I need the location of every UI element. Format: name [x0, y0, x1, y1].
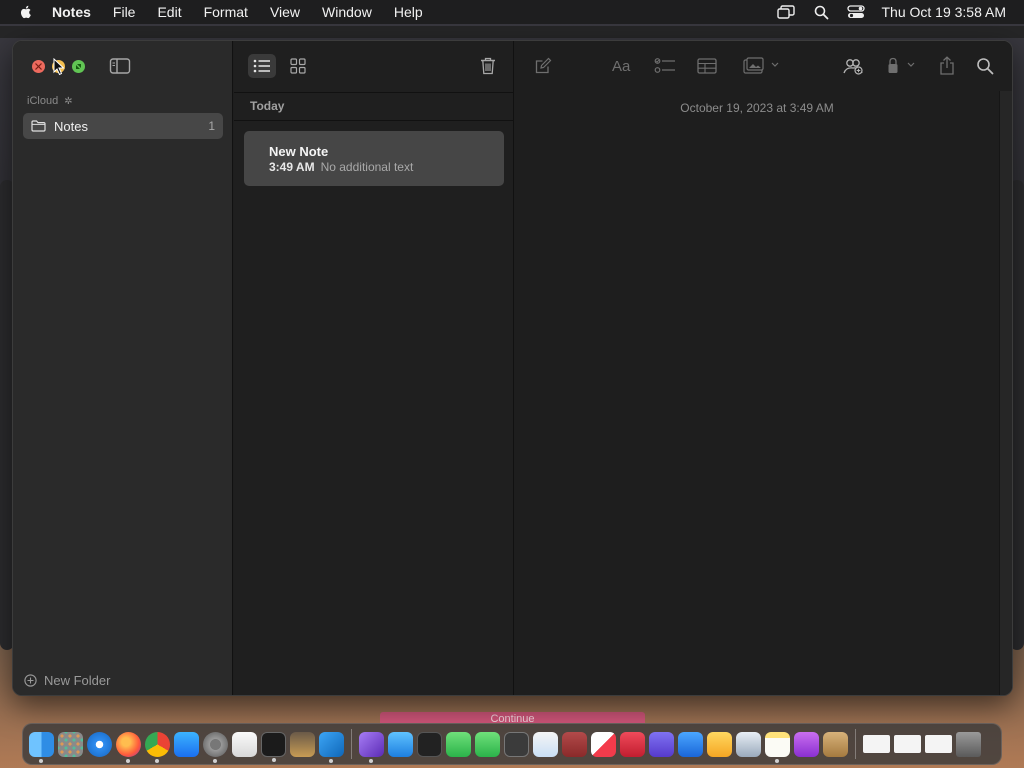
menu-view[interactable]: View: [270, 4, 300, 20]
menu-format[interactable]: Format: [204, 4, 248, 20]
list-view-icon[interactable]: [248, 54, 276, 78]
close-window-button[interactable]: [32, 60, 45, 73]
new-folder-button[interactable]: New Folder: [24, 673, 110, 688]
dock-news-icon[interactable]: [591, 731, 616, 757]
menu-edit[interactable]: Edit: [157, 4, 181, 20]
sidebar-toggle-icon[interactable]: [109, 57, 131, 75]
sync-spinner-icon: ✲: [64, 95, 73, 107]
note-time: 3:49 AM: [269, 160, 315, 174]
editor-scrollbar[interactable]: [999, 91, 1012, 695]
dock-facetime-icon[interactable]: [475, 731, 500, 757]
media-menu-icon[interactable]: [741, 55, 785, 77]
dock-system-settings-icon[interactable]: [203, 731, 228, 763]
dock-trash-icon[interactable]: [956, 731, 981, 757]
editor-toolbar: Aa: [515, 41, 1012, 93]
dock-window-thumbnail[interactable]: [894, 735, 921, 753]
dock-freeform-icon[interactable]: [533, 731, 558, 757]
compose-icon[interactable]: [531, 55, 555, 77]
svg-text:Aa: Aa: [612, 58, 631, 74]
dock-dictionary-icon[interactable]: [562, 731, 587, 757]
dock-podcasts-icon[interactable]: [794, 731, 819, 757]
dock-activity-monitor-icon[interactable]: [417, 731, 442, 757]
notes-window: iCloud ✲ Notes 1 New Folder Today New No…: [12, 40, 1013, 696]
dock-news-badge-icon[interactable]: [620, 731, 645, 757]
dock-home-icon[interactable]: [707, 731, 732, 757]
dock-chrome-icon[interactable]: [145, 731, 170, 763]
trash-icon[interactable]: [476, 54, 500, 78]
dock-mastodon-icon[interactable]: [649, 731, 674, 757]
mouse-pointer-icon: [53, 57, 65, 81]
control-center-icon[interactable]: [847, 4, 866, 20]
note-title: New Note: [269, 144, 329, 159]
dock-photo-preview-icon[interactable]: [736, 731, 761, 757]
dock-visual-studio-icon[interactable]: [359, 731, 384, 763]
dock-separator: [855, 729, 856, 759]
icloud-label-text: iCloud: [27, 95, 59, 107]
dock: [22, 723, 1002, 765]
continue-banner: Continue: [380, 712, 645, 723]
spotlight-search-icon[interactable]: [812, 4, 830, 20]
table-icon[interactable]: [695, 55, 719, 77]
gallery-view-icon[interactable]: [284, 54, 312, 78]
dock-window-thumbnail[interactable]: [925, 735, 952, 753]
folder-icon: [31, 120, 46, 132]
folder-sidebar: iCloud ✲ Notes 1 New Folder: [13, 41, 233, 695]
note-preview: No additional text: [320, 160, 414, 174]
menu-app-notes[interactable]: Notes: [52, 4, 91, 20]
icloud-section-label: iCloud ✲: [27, 95, 73, 107]
note-meta: 3:49 AM No additional text: [269, 160, 413, 174]
dock-separator: [351, 729, 352, 759]
dock-instruments-icon[interactable]: [290, 731, 315, 757]
share-icon[interactable]: [935, 55, 959, 77]
dock-terminal-icon[interactable]: [261, 731, 286, 762]
zoom-window-button[interactable]: [72, 60, 85, 73]
note-list-item[interactable]: New Note 3:49 AM No additional text: [244, 131, 504, 186]
note-editor[interactable]: Aa October 19, 2023 at 3:49 AM: [515, 41, 1012, 695]
checklist-icon[interactable]: [653, 55, 677, 77]
screen-mirroring-icon[interactable]: [777, 4, 796, 20]
dock-app-store-icon[interactable]: [174, 731, 199, 757]
dock-messages-icon[interactable]: [446, 731, 471, 757]
dock-onedrive-icon[interactable]: [388, 731, 413, 757]
note-date: October 19, 2023 at 3:49 AM: [680, 101, 834, 115]
dock-keynote-icon[interactable]: [678, 731, 703, 757]
background-window: [0, 26, 1024, 38]
note-list-pane: Today New Note 3:49 AM No additional text: [234, 41, 514, 695]
folder-item-notes[interactable]: Notes 1: [23, 113, 223, 139]
dock-window-thumbnail[interactable]: [863, 735, 890, 753]
new-folder-label: New Folder: [44, 673, 111, 688]
menu-clock[interactable]: Thu Oct 19 3:58 AM: [881, 4, 1006, 20]
search-icon[interactable]: [973, 55, 997, 77]
list-toolbar: [234, 41, 514, 93]
dock-firefox-icon[interactable]: [116, 731, 141, 763]
menu-help[interactable]: Help: [394, 4, 423, 20]
dock-calculator-icon[interactable]: [504, 731, 529, 757]
status-area: Thu Oct 19 3:58 AM: [760, 0, 1006, 24]
dock-notes-icon[interactable]: [765, 731, 790, 763]
dock-safari-icon[interactable]: [87, 731, 112, 757]
dock-finder-icon[interactable]: [29, 731, 54, 763]
menu-file[interactable]: File: [113, 4, 136, 20]
dock-textedit-icon[interactable]: [232, 731, 257, 757]
folder-label: Notes: [54, 118, 88, 134]
apple-logo-icon[interactable]: [18, 4, 34, 20]
section-divider: [234, 120, 514, 121]
dock-launchpad-icon[interactable]: [58, 731, 83, 757]
section-header-today: Today: [250, 99, 285, 113]
plus-circle-icon: [24, 674, 37, 687]
dock-archive-utility-icon[interactable]: [823, 731, 848, 757]
menu-bar: Notes File Edit Format View Window Help …: [0, 0, 1024, 24]
lock-menu-icon[interactable]: [885, 55, 921, 77]
dock-vscode-icon[interactable]: [319, 731, 344, 763]
collaborate-icon[interactable]: [841, 55, 865, 77]
folder-note-count: 1: [208, 119, 215, 133]
text-format-icon[interactable]: Aa: [611, 55, 635, 77]
menu-window[interactable]: Window: [322, 4, 372, 20]
